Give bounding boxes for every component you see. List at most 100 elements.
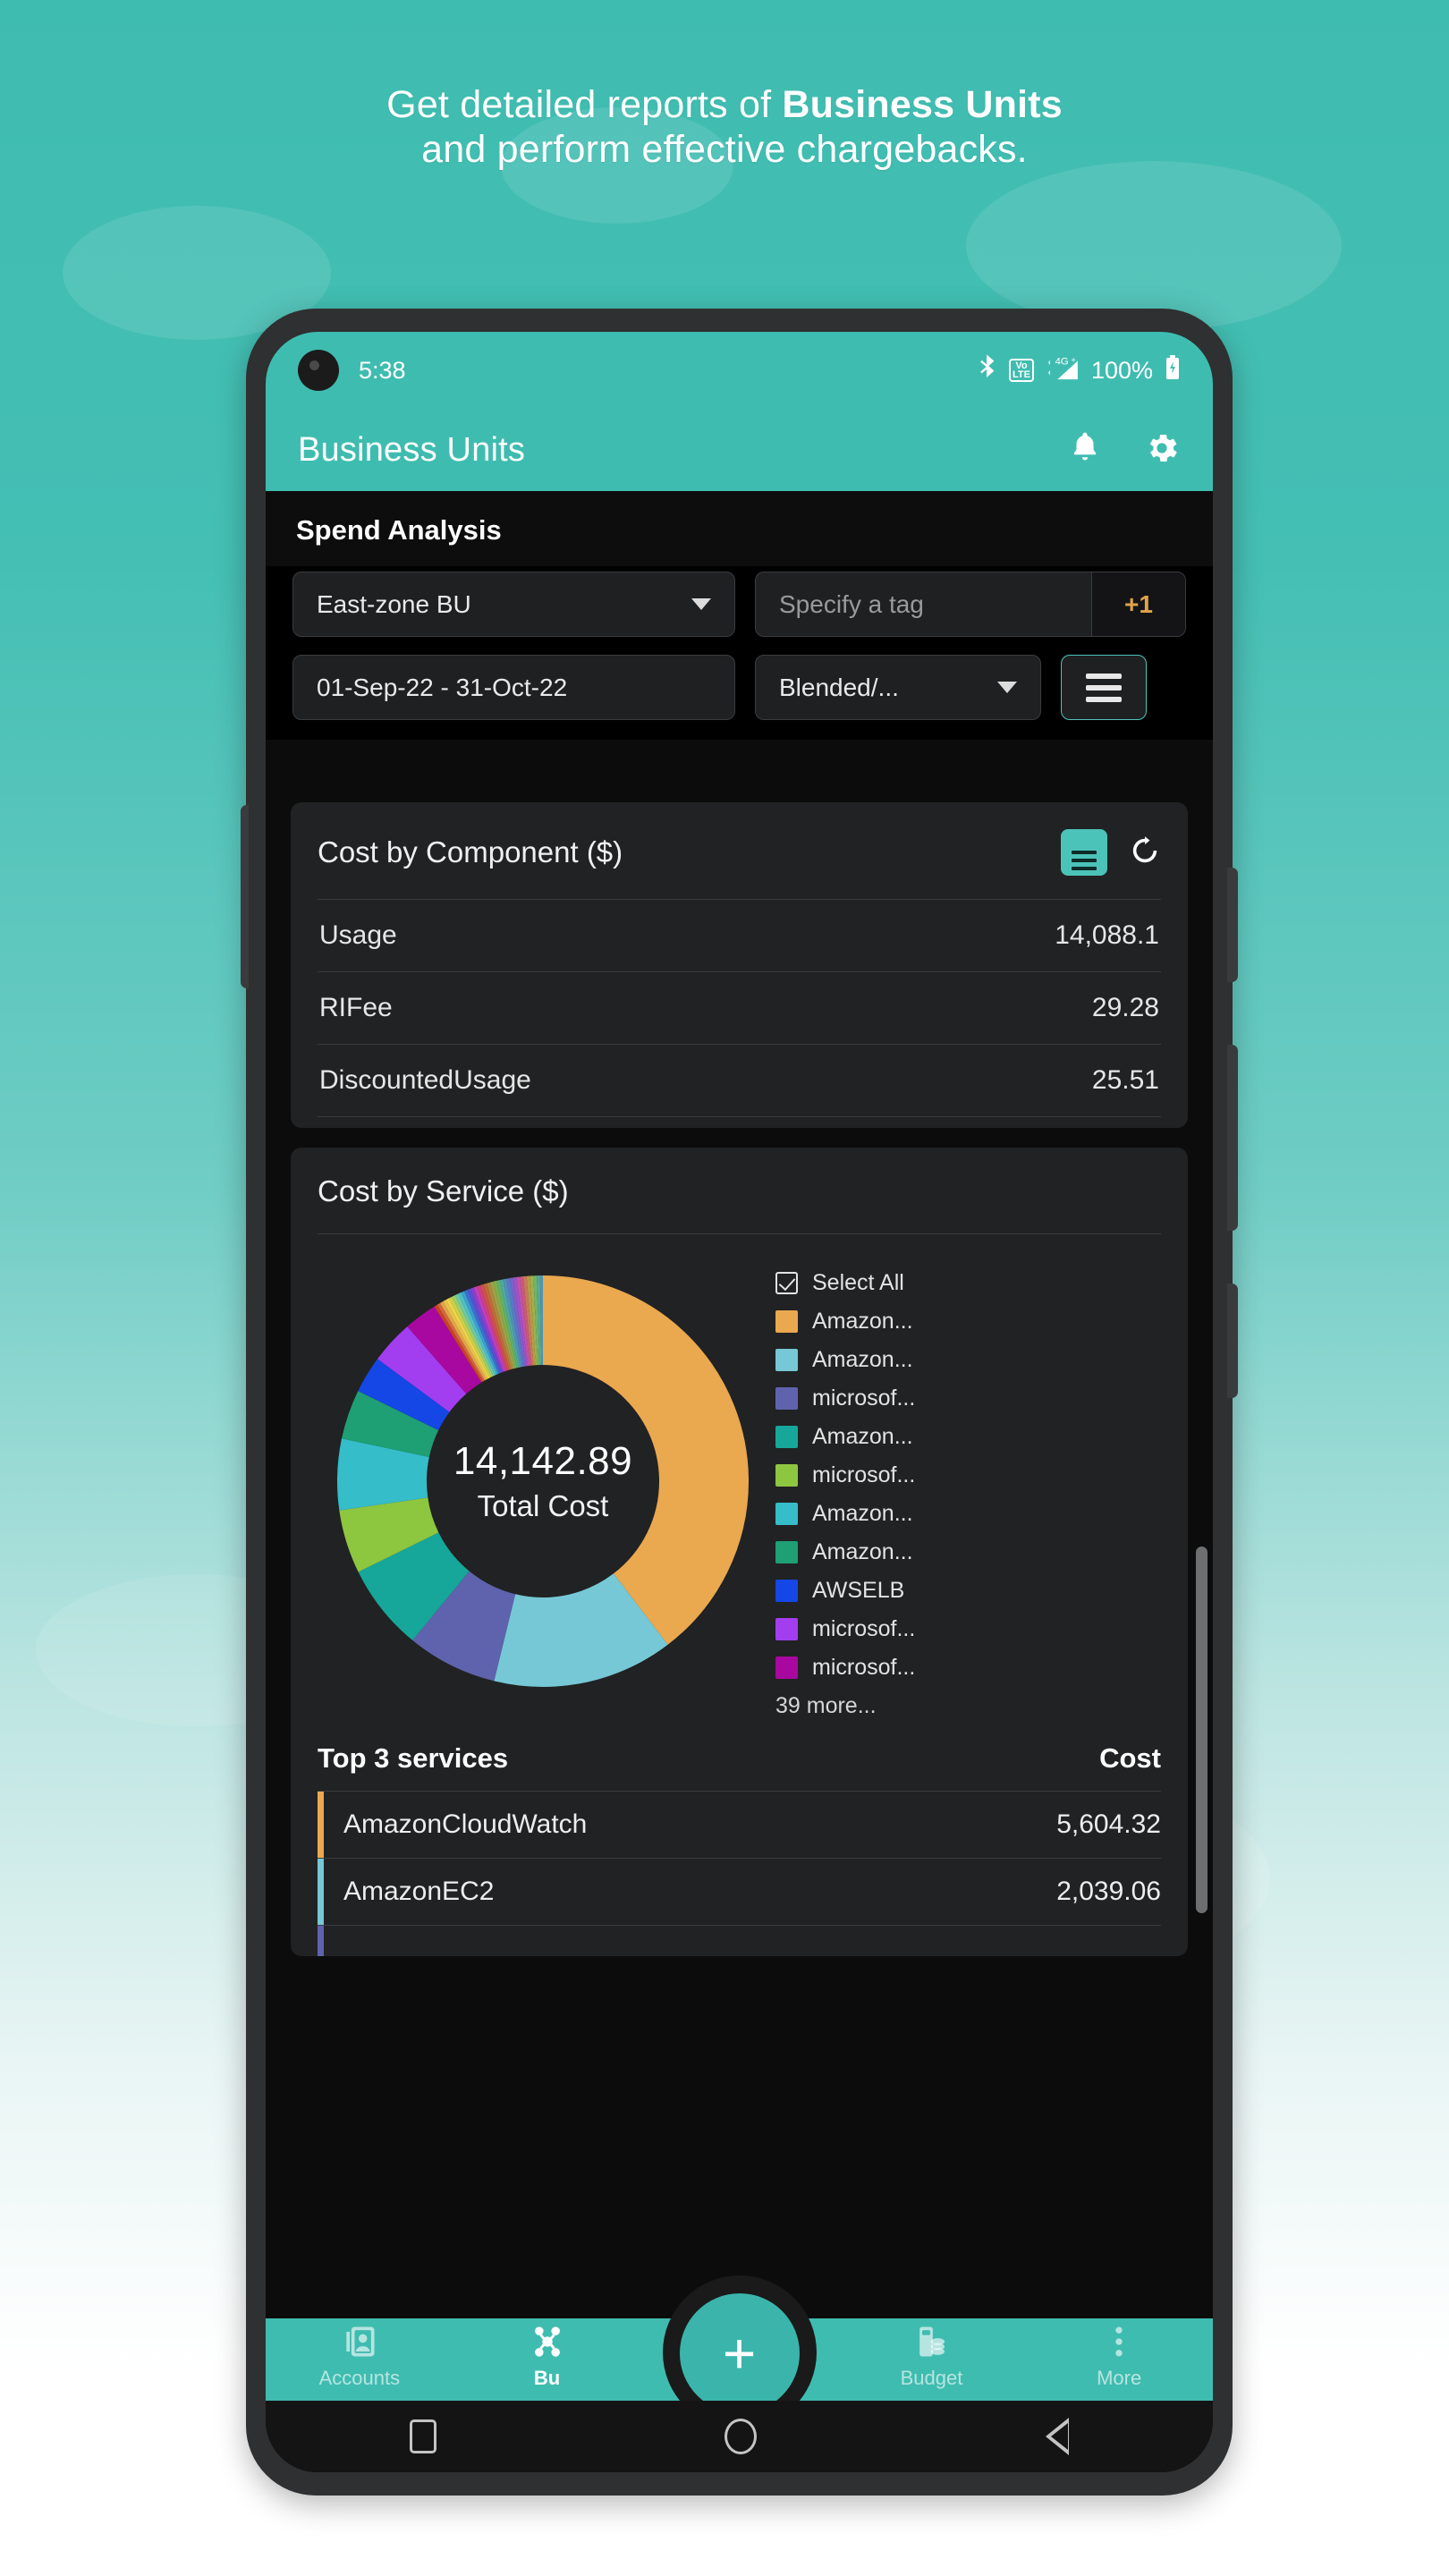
add-button[interactable]: + xyxy=(679,2293,800,2413)
legend-item[interactable]: Amazon... xyxy=(775,1501,1165,1527)
service-name: AmazonEC2 xyxy=(343,1877,495,1906)
legend-label: Amazon... xyxy=(812,1309,913,1334)
page-title: Business Units xyxy=(298,430,526,469)
tag-filter: Specify a tag +1 xyxy=(755,572,1186,637)
table-row: Usage 14,088.1 xyxy=(318,899,1161,971)
phone-screen: 5:38 Vo LTE 4G + 100% Business Units Spe… xyxy=(266,332,1213,2472)
promo-line1-pre: Get detailed reports of xyxy=(386,83,783,126)
sidebar-item-label: More xyxy=(1097,2367,1142,2389)
component-value: 29.28 xyxy=(1091,993,1159,1022)
cost-by-service-title: Cost by Service ($) xyxy=(318,1174,569,1208)
sidebar-item-more[interactable]: More xyxy=(1025,2318,1213,2390)
business-unit-value: East-zone BU xyxy=(317,589,471,618)
content-scroll-area[interactable]: Cost by Component ($) Usage 14,088.1 RIF… xyxy=(266,802,1213,2318)
table-row[interactable] xyxy=(318,1925,1161,1956)
legend-label: microsof... xyxy=(812,1462,916,1487)
legend-swatch xyxy=(775,1503,798,1525)
hamburger-menu-icon[interactable] xyxy=(1061,655,1147,720)
legend-item[interactable]: Amazon... xyxy=(775,1309,1165,1335)
date-range-value: 01-Sep-22 - 31-Oct-22 xyxy=(317,673,568,701)
legend-item[interactable]: microsof... xyxy=(775,1655,1165,1681)
donut-total-value: 14,142.89 xyxy=(453,1439,633,1483)
legend-more-link[interactable]: 39 more... xyxy=(775,1693,1165,1719)
row-color-bar xyxy=(318,1926,324,1956)
refresh-icon[interactable] xyxy=(1129,835,1161,871)
sidebar-item-budget[interactable]: Budget xyxy=(838,2318,1026,2390)
table-row: RIFee 29.28 xyxy=(318,971,1161,1044)
budget-icon xyxy=(911,2322,951,2361)
cost-by-component-list: Usage 14,088.1 RIFee 29.28 DiscountedUsa… xyxy=(291,899,1188,1128)
list-view-icon[interactable] xyxy=(1061,829,1107,876)
legend-item[interactable]: Amazon... xyxy=(775,1539,1165,1565)
vertical-scrollbar[interactable] xyxy=(1196,1546,1208,1913)
sidebar-item-bu[interactable]: Bu xyxy=(453,2318,641,2390)
phone-side-button xyxy=(1227,1045,1238,1231)
app-bar: Business Units xyxy=(266,409,1213,491)
tag-input[interactable]: Specify a tag xyxy=(756,572,1091,636)
promo-headline: Get detailed reports of Business Units a… xyxy=(0,82,1449,173)
legend-swatch xyxy=(775,1618,798,1640)
home-circle-icon[interactable] xyxy=(724,2419,758,2454)
component-value: 25.51 xyxy=(1091,1065,1159,1095)
phone-left-button xyxy=(241,805,249,988)
legend-item[interactable]: microsof... xyxy=(775,1385,1165,1411)
signal-4g-plus-icon: 4G + xyxy=(1046,354,1080,387)
status-bar: 5:38 Vo LTE 4G + 100% xyxy=(266,332,1213,409)
cost-by-component-card: Cost by Component ($) Usage 14,088.1 RIF… xyxy=(291,802,1188,1128)
cost-by-service-card: Cost by Service ($) 14,142.89 Total Cost… xyxy=(291,1148,1188,1956)
cost-by-service-donut-chart[interactable]: 14,142.89 Total Cost xyxy=(319,1258,767,1705)
phone-frame: 5:38 Vo LTE 4G + 100% Business Units Spe… xyxy=(241,309,1238,2496)
legend-swatch xyxy=(775,1580,798,1602)
sidebar-item-label: Bu xyxy=(533,2367,561,2389)
legend-item[interactable]: Amazon... xyxy=(775,1347,1165,1373)
legend-select-all-label: Select All xyxy=(812,1270,904,1295)
sidebar-item-accounts[interactable]: Accounts xyxy=(266,2318,453,2390)
android-navigation-bar xyxy=(266,2401,1213,2472)
svg-text:4G: 4G xyxy=(1055,356,1069,367)
top-services-header: Top 3 services Cost xyxy=(291,1723,1188,1791)
notifications-bell-icon[interactable] xyxy=(1068,429,1102,471)
date-range-field[interactable]: 01-Sep-22 - 31-Oct-22 xyxy=(292,655,735,720)
table-row[interactable]: AmazonCloudWatch 5,604.32 xyxy=(318,1791,1161,1858)
phone-side-button xyxy=(1227,868,1238,982)
table-row[interactable]: AmazonEC2 2,039.06 xyxy=(318,1858,1161,1925)
donut-total-caption: Total Cost xyxy=(477,1489,609,1522)
sidebar-item-label: Budget xyxy=(900,2367,963,2389)
section-title: Spend Analysis xyxy=(266,491,1213,566)
volte-icon: Vo LTE xyxy=(1008,359,1034,382)
legend-swatch xyxy=(775,1657,798,1679)
legend-label: Amazon... xyxy=(812,1539,913,1564)
legend-item[interactable]: microsof... xyxy=(775,1462,1165,1488)
settings-gear-icon[interactable] xyxy=(1143,429,1181,471)
legend-label: AWSELB xyxy=(812,1578,905,1603)
battery-icon xyxy=(1165,354,1181,387)
legend-swatch xyxy=(775,1464,798,1487)
checkbox-checked-icon[interactable] xyxy=(775,1272,798,1294)
back-triangle-icon[interactable] xyxy=(1045,2418,1069,2455)
more-dots-icon xyxy=(1099,2322,1139,2361)
business-unit-select[interactable]: East-zone BU xyxy=(292,572,735,637)
table-row: DiscountedUsage 25.51 xyxy=(318,1044,1161,1117)
component-value: 14,088.1 xyxy=(1055,920,1159,950)
legend-item[interactable]: microsof... xyxy=(775,1616,1165,1642)
legend-label: microsof... xyxy=(812,1616,916,1641)
legend-swatch xyxy=(775,1426,798,1448)
component-name: DiscountedUsage xyxy=(319,1065,531,1095)
battery-percent: 100% xyxy=(1090,356,1153,384)
component-name: RIFee xyxy=(319,993,393,1022)
recents-square-icon[interactable] xyxy=(410,2419,437,2453)
cost-type-select[interactable]: Blended/... xyxy=(755,655,1041,720)
tag-extra-count-badge[interactable]: +1 xyxy=(1091,572,1185,636)
legend-select-all[interactable]: Select All xyxy=(775,1270,1165,1296)
row-color-bar xyxy=(318,1792,324,1858)
component-name: Usage xyxy=(319,920,397,950)
sidebar-item-label: Accounts xyxy=(318,2367,401,2389)
service-cost: 2,039.06 xyxy=(1056,1877,1161,1906)
top-services-header-cost: Cost xyxy=(1099,1742,1161,1774)
legend-item[interactable]: Amazon... xyxy=(775,1424,1165,1450)
svg-text:+: + xyxy=(1071,355,1075,364)
service-name: AmazonCloudWatch xyxy=(343,1809,588,1839)
legend-item[interactable]: AWSELB xyxy=(775,1578,1165,1604)
legend-swatch xyxy=(775,1310,798,1333)
donut-center-label: 14,142.89 Total Cost xyxy=(453,1439,632,1523)
